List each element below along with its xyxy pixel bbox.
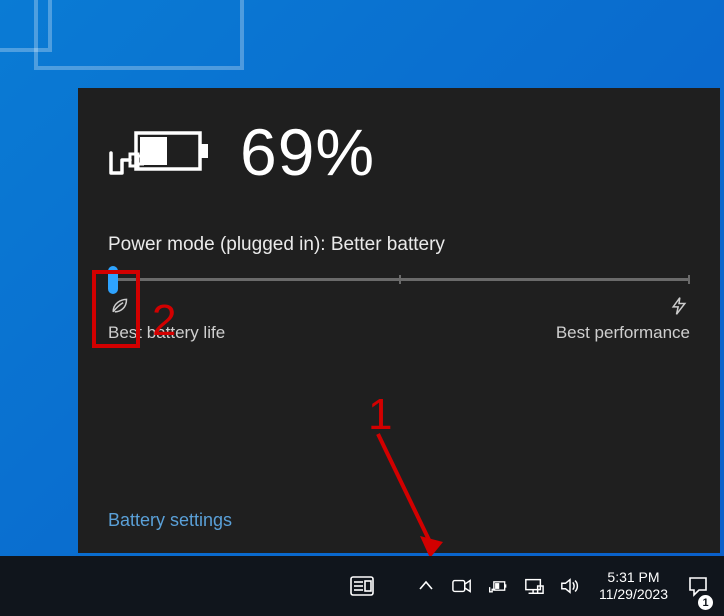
annotation-arrow-1 xyxy=(370,432,450,560)
battery-tray-icon[interactable] xyxy=(481,556,515,616)
annotation-box-2 xyxy=(92,270,140,348)
power-mode-slider[interactable] xyxy=(108,278,690,281)
volume-tray-icon[interactable] xyxy=(553,556,587,616)
battery-charging-icon xyxy=(108,124,212,180)
meet-now-icon[interactable] xyxy=(445,556,479,616)
network-tray-icon[interactable] xyxy=(517,556,551,616)
lightning-bolt-icon xyxy=(668,295,690,317)
power-mode-label: Power mode (plugged in): Better battery xyxy=(108,234,690,256)
action-center-button[interactable]: 1 xyxy=(680,556,716,616)
clock-time: 5:31 PM xyxy=(607,569,659,587)
show-hidden-icons-button[interactable] xyxy=(409,556,443,616)
taskbar-clock[interactable]: 5:31 PM 11/29/2023 xyxy=(589,556,678,616)
slider-track xyxy=(108,278,690,281)
battery-percentage: 69% xyxy=(240,114,375,190)
wallpaper-decoration xyxy=(34,0,244,70)
clock-date: 11/29/2023 xyxy=(599,586,668,604)
news-widget-button[interactable] xyxy=(343,556,381,616)
slider-end-icons xyxy=(108,295,690,317)
taskbar: 5:31 PM 11/29/2023 1 xyxy=(0,556,724,616)
annotation-number-2: 2 xyxy=(152,296,176,346)
slider-captions: Best battery life Best performance xyxy=(108,323,690,343)
battery-settings-link[interactable]: Battery settings xyxy=(108,510,232,531)
slider-tick xyxy=(399,275,401,284)
slider-tick xyxy=(688,275,690,284)
battery-header: 69% xyxy=(108,114,690,190)
slider-caption-right: Best performance xyxy=(556,323,690,343)
notification-badge: 1 xyxy=(698,595,713,610)
